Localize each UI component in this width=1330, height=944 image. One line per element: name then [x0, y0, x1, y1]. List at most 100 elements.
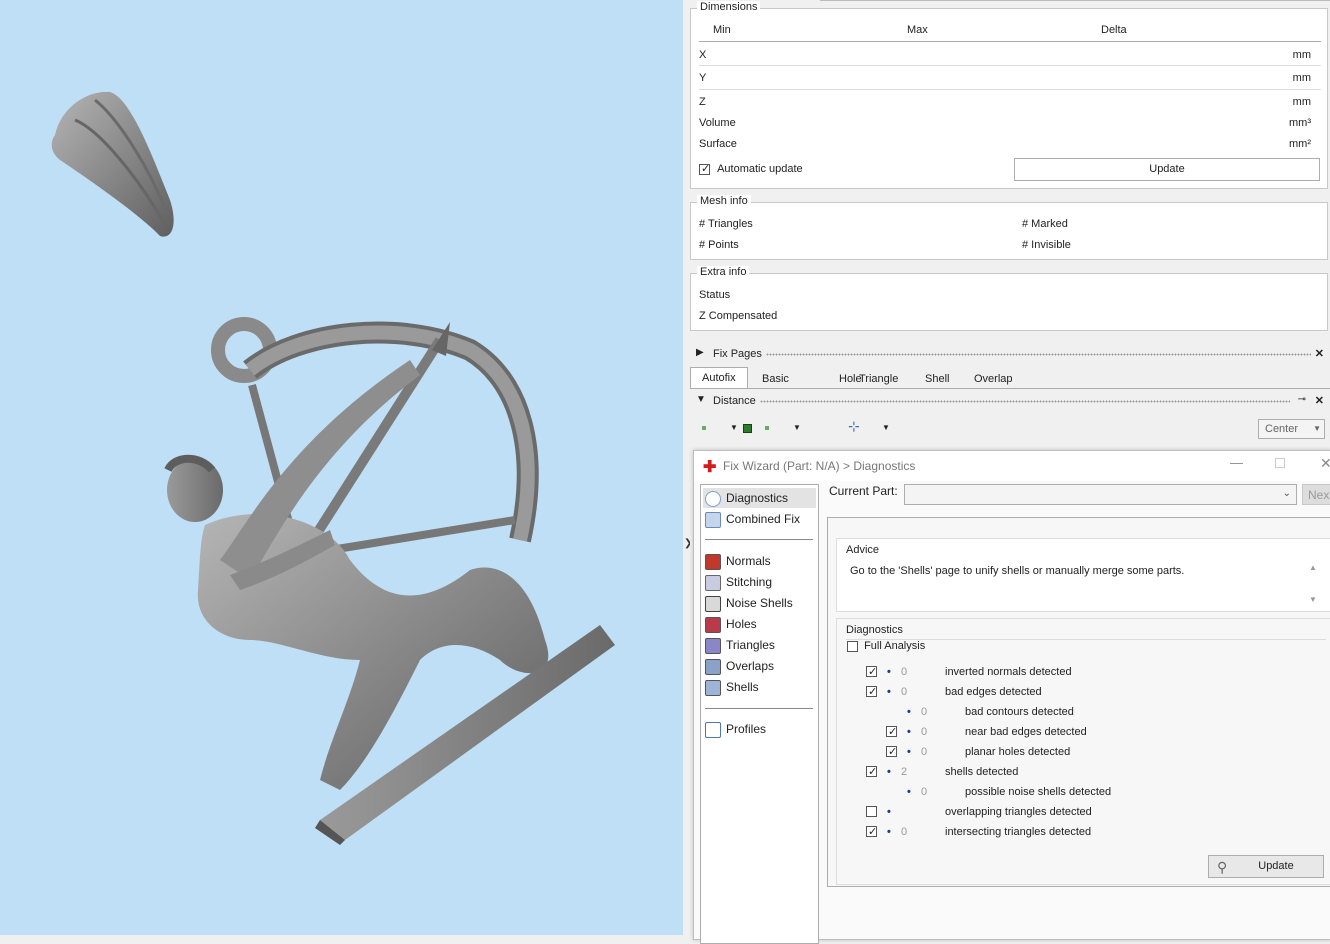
distance-bar[interactable]: ▼ Distance ⊸ ✕	[690, 391, 1330, 411]
full-analysis-checkbox[interactable]: Full Analysis	[847, 640, 925, 652]
extra-info-group: Extra info Status Z Compensated	[690, 266, 1328, 331]
chevron-down-icon[interactable]: ▼	[1313, 420, 1321, 438]
current-part-label: Current Part:	[829, 484, 898, 498]
diagnostic-label: shells detected	[945, 766, 1019, 778]
tab-triangle[interactable]: Triangle	[853, 370, 904, 388]
nav-item-overlaps[interactable]: Overlaps	[705, 656, 774, 676]
tab-shell[interactable]: Shell	[919, 370, 955, 388]
checkbox-icon[interactable]	[847, 640, 858, 652]
scroll-down-icon[interactable]: ▼	[1309, 595, 1317, 604]
holes-icon	[705, 616, 721, 633]
triangles-icon	[705, 637, 721, 654]
fix-pages-bar[interactable]: ▶ Fix Pages ✕	[690, 344, 1330, 364]
advice-title: Advice	[846, 544, 880, 556]
wizard-nav: Diagnostics Combined Fix Normals Stitchi…	[700, 484, 819, 944]
diagnostic-label: overlapping triangles detected	[945, 806, 1092, 818]
shells-icon	[705, 679, 721, 696]
overlaps-icon	[705, 658, 721, 675]
magnifier-icon: ⚲	[1217, 859, 1228, 875]
current-part-select[interactable]: ⌄	[904, 484, 1297, 505]
center-select[interactable]: Center ▼	[1258, 419, 1325, 439]
drag-handle[interactable]	[766, 353, 1311, 356]
tab-autofix[interactable]: Autofix	[690, 367, 748, 388]
center-value: Center	[1265, 423, 1299, 435]
diagnostic-count: 0	[901, 666, 908, 678]
diagnostics-update-button[interactable]: ⚲ Update	[1208, 855, 1324, 878]
bullet-icon: •	[907, 786, 911, 798]
col-min: Min	[713, 24, 731, 36]
diagnostic-checkbox[interactable]	[866, 684, 877, 700]
axes-icon[interactable]: ⊹	[848, 418, 860, 435]
bullet-icon: •	[887, 766, 891, 778]
dimensions-group: Dimensions Min Max Delta X mm Y mm Z mm …	[690, 1, 1328, 189]
mesh-points: # Points	[699, 239, 739, 251]
mesh-marked: # Marked	[1022, 218, 1068, 230]
mesh-invisible: # Invisible	[1022, 239, 1071, 251]
dropdown-arrow-icon[interactable]: ▼	[730, 423, 738, 432]
wizard-content: Advice Go to the 'Shells' page to unify …	[827, 517, 1330, 887]
point-tool-icon[interactable]	[765, 426, 769, 430]
nav-item-combined-fix[interactable]: Combined Fix	[705, 509, 800, 529]
dim-row-y: Y	[699, 72, 707, 84]
advice-text: Go to the 'Shells' page to unify shells …	[850, 565, 1185, 577]
bullet-icon: •	[907, 746, 911, 758]
dim-unit-surface: mm²	[1289, 138, 1311, 150]
tab-overlap[interactable]: Overlap	[968, 370, 1019, 388]
close-icon[interactable]: ✕	[1320, 455, 1330, 472]
bullet-icon: •	[887, 666, 891, 678]
dim-unit-z: mm	[1292, 96, 1311, 108]
nav-item-triangles[interactable]: Triangles	[705, 635, 775, 655]
scroll-up-icon[interactable]: ▲	[1309, 563, 1317, 572]
drag-handle[interactable]	[760, 400, 1290, 403]
diagnostic-checkbox[interactable]	[886, 744, 897, 760]
automatic-update-checkbox[interactable]: Automatic update	[699, 162, 803, 175]
diagnostic-count: 0	[901, 686, 908, 698]
pin-icon[interactable]: ⊸	[1298, 394, 1306, 405]
dimensions-update-button[interactable]: Update	[1014, 158, 1320, 181]
measure-tool-icon[interactable]	[743, 424, 752, 433]
nav-item-diagnostics[interactable]: Diagnostics	[705, 488, 788, 508]
expand-arrow-icon[interactable]: ▶	[696, 347, 704, 358]
dim-row-volume: Volume	[699, 117, 736, 129]
nav-item-shells[interactable]: Shells	[705, 677, 759, 697]
archer-model[interactable]	[0, 0, 683, 935]
wizard-cross-icon: ✚	[703, 459, 717, 476]
close-icon[interactable]: ✕	[1315, 347, 1324, 360]
tab-basic[interactable]: Basic	[756, 370, 795, 388]
dropdown-arrow-icon[interactable]: ▼	[793, 423, 801, 432]
nav-item-holes[interactable]: Holes	[705, 614, 757, 634]
collapse-arrow-icon[interactable]: ▼	[696, 394, 706, 405]
mesh-info-title: Mesh info	[697, 195, 751, 207]
diagnostic-checkbox[interactable]	[866, 764, 877, 780]
nav-item-noise-shells[interactable]: Noise Shells	[705, 593, 793, 613]
col-delta: Delta	[1101, 24, 1127, 36]
chevron-down-icon[interactable]: ⌄	[1283, 488, 1291, 499]
nav-item-normals[interactable]: Normals	[705, 551, 771, 571]
diagnostic-count: 0	[921, 706, 928, 718]
diagnostic-count: 0	[921, 746, 928, 758]
checkbox-icon[interactable]	[699, 162, 710, 175]
panel-splitter[interactable]: ❯	[683, 0, 692, 935]
point-tool-icon[interactable]	[702, 426, 706, 430]
nav-item-stitching[interactable]: Stitching	[705, 572, 772, 592]
minimize-icon[interactable]: —	[1230, 455, 1243, 470]
close-icon[interactable]: ✕	[1315, 394, 1324, 407]
next-button[interactable]: Nex	[1302, 484, 1330, 505]
maximize-icon[interactable]	[1275, 458, 1285, 468]
nav-item-profiles[interactable]: Profiles	[705, 719, 766, 739]
diagnostic-label: bad contours detected	[965, 706, 1074, 718]
diagnostic-checkbox[interactable]	[866, 664, 877, 680]
diagnostic-checkbox[interactable]	[866, 806, 877, 817]
wizard-titlebar[interactable]: ✚ Fix Wizard (Part: N/A) > Diagnostics —…	[694, 451, 1330, 481]
extra-status: Status	[699, 289, 731, 301]
profiles-icon	[705, 721, 721, 738]
diagnostics-title: Diagnostics	[846, 624, 903, 636]
distance-toolbar: ▼ ▼ ⊹ ▼ Center ▼	[690, 416, 1330, 446]
distance-title: Distance	[713, 395, 756, 407]
diagnostic-checkbox[interactable]	[886, 724, 897, 740]
dropdown-arrow-icon[interactable]: ▼	[882, 423, 890, 432]
3d-viewport[interactable]	[0, 0, 683, 935]
diagnostic-checkbox[interactable]	[866, 824, 877, 840]
dim-row-x: X	[699, 49, 707, 61]
automatic-update-label: Automatic update	[717, 163, 803, 175]
